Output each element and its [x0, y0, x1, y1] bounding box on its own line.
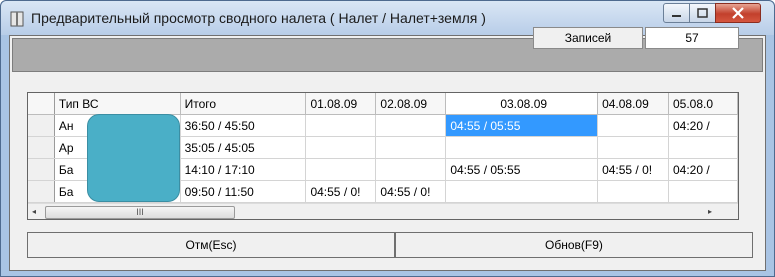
scroll-right-icon[interactable]: ▸ [708, 207, 712, 216]
preview-window: Предварительный просмотр сводного налета… [0, 0, 775, 277]
records-count: 57 [645, 27, 739, 49]
table-cell[interactable]: 04:20 / [668, 158, 738, 181]
records-label: Записей [533, 27, 643, 49]
column-header[interactable]: 05.08.0 [668, 93, 738, 115]
column-header[interactable]: Тип ВС [54, 93, 181, 115]
table-cell[interactable] [375, 158, 447, 181]
horizontal-scrollbar[interactable]: ◂ III ▸ [28, 203, 738, 219]
table-cell[interactable]: 04:55 / 0! [597, 158, 669, 181]
row-indicator[interactable] [28, 158, 55, 181]
minimize-button[interactable] [663, 3, 690, 23]
table-cell[interactable]: 36:50 / 45:50 [180, 114, 307, 137]
table-cell[interactable] [445, 180, 599, 203]
table-cell[interactable]: 09:50 / 11:50 [180, 180, 307, 203]
column-header[interactable]: 02.08.09 [375, 93, 447, 115]
table-cell[interactable]: 04:20 / [668, 114, 738, 137]
window-title: Предварительный просмотр сводного налета… [31, 10, 486, 26]
maximize-icon [697, 8, 708, 18]
blue-overlay-block [87, 114, 180, 202]
row-indicator[interactable] [28, 180, 55, 203]
table-cell[interactable] [305, 114, 377, 137]
row-indicator[interactable] [28, 136, 55, 159]
column-header-sorted[interactable]: 03.08.09 [445, 93, 599, 115]
table-cell[interactable] [668, 136, 738, 159]
column-header[interactable]: 01.08.09 [305, 93, 377, 115]
row-indicator-header [28, 93, 55, 115]
column-header[interactable]: 04.08.09 [597, 93, 669, 115]
table-cell[interactable]: 04:55 / 0! [375, 180, 447, 203]
close-icon [732, 7, 744, 19]
vertical-scrollbar[interactable]: ▴ ▾ [738, 93, 739, 200]
table-cell[interactable] [445, 136, 599, 159]
table-cell[interactable] [597, 114, 669, 137]
table-cell[interactable]: 04:55 / 05:55 [445, 158, 599, 181]
cancel-button[interactable]: Отм(Esc) [27, 232, 395, 258]
refresh-button[interactable]: Обнов(F9) [395, 232, 753, 258]
table-cell[interactable] [597, 180, 669, 203]
selected-cell[interactable]: 04:55 / 05:55 [445, 114, 599, 137]
table-cell[interactable]: 04:55 / 0! [305, 180, 377, 203]
grid-header-row: Тип ВС Итого 01.08.09 02.08.09 03.08.09 … [28, 93, 738, 115]
close-button[interactable] [715, 3, 761, 23]
row-indicator[interactable] [28, 114, 55, 137]
app-icon [10, 11, 24, 27]
table-cell[interactable] [597, 136, 669, 159]
table-cell[interactable] [375, 114, 447, 137]
minimize-icon [672, 15, 681, 17]
table-cell[interactable] [668, 180, 738, 203]
table-cell[interactable] [305, 158, 377, 181]
table-cell[interactable]: 35:05 / 45:05 [180, 136, 307, 159]
maximize-button[interactable] [689, 3, 716, 23]
scroll-left-icon[interactable]: ◂ [32, 207, 36, 216]
column-header[interactable]: Итого [180, 93, 307, 115]
table-cell[interactable] [305, 136, 377, 159]
table-cell[interactable] [375, 136, 447, 159]
table-cell[interactable]: 14:10 / 17:10 [180, 158, 307, 181]
horizontal-scroll-thumb[interactable]: III [45, 206, 235, 219]
